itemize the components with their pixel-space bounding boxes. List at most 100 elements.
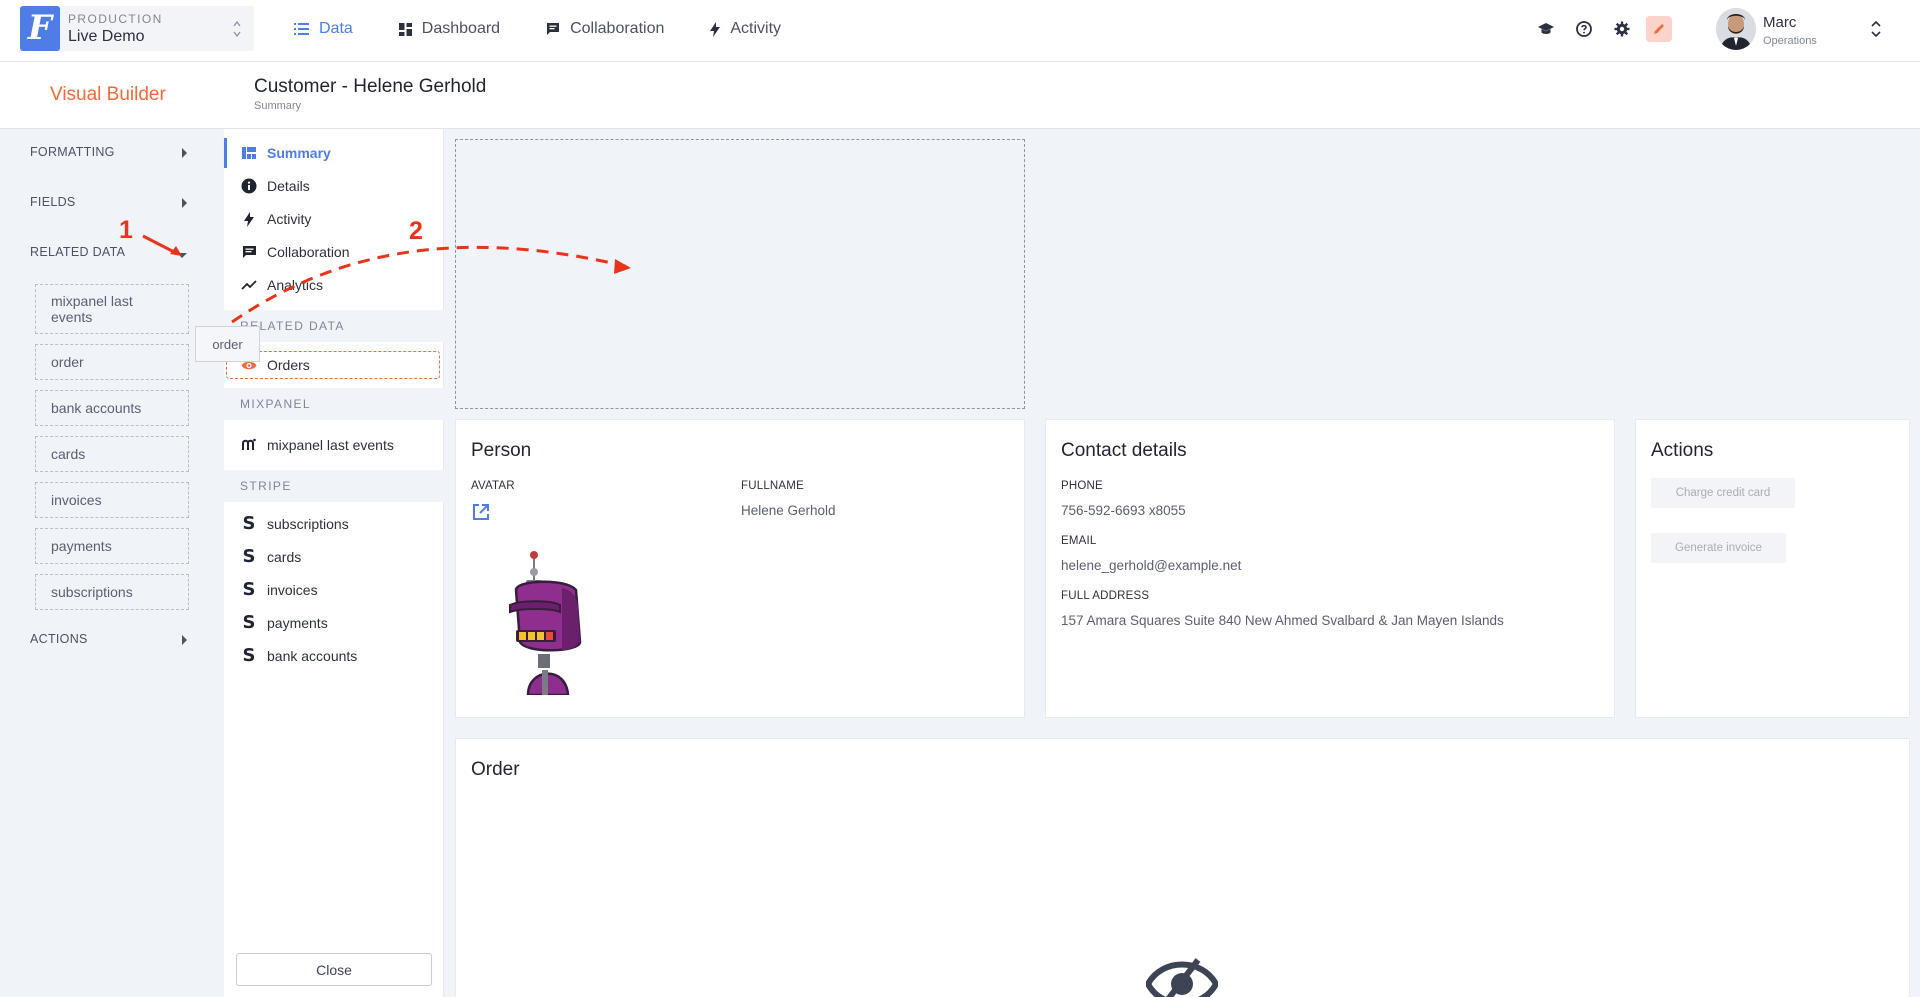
related-item-label: invoices	[51, 492, 102, 508]
field-value-fullname: Helene Gerhold	[741, 503, 836, 518]
chat-icon	[547, 23, 560, 35]
field-value-email: helene_gerhold@example.net	[1061, 558, 1242, 573]
pencil-icon	[1654, 24, 1664, 34]
layout-item-cards[interactable]: S cards	[224, 542, 444, 572]
forest-admin-logo: F	[20, 6, 60, 51]
stripe-icon: S	[242, 645, 256, 666]
nav-dashboard[interactable]: Dashboard	[398, 0, 500, 58]
layout-item-label: Analytics	[267, 277, 324, 293]
related-item-subscriptions[interactable]: subscriptions	[35, 574, 189, 610]
bolt-icon	[241, 211, 257, 227]
stripe-icon: S	[242, 546, 256, 567]
group-stripe: STRIPE	[224, 470, 444, 502]
actions-card: Actions Charge credit card Generate invo…	[1635, 419, 1910, 718]
nav-activity[interactable]: Activity	[710, 0, 781, 58]
stripe-icon: S	[242, 513, 256, 534]
layout-item-collaboration[interactable]: Collaboration	[224, 237, 444, 267]
related-item-payments[interactable]: payments	[35, 528, 189, 564]
edit-layout-button[interactable]	[1646, 16, 1672, 42]
field-value-phone: 756-592-6693 x8055	[1061, 503, 1186, 518]
bolt-icon	[710, 21, 721, 37]
page-title: Customer - Helene Gerhold	[254, 76, 487, 97]
layout-item-label: invoices	[267, 582, 318, 598]
drop-zone[interactable]	[455, 139, 1025, 409]
field-value-full-address: 157 Amara Squares Suite 840 New Ahmed Sv…	[1061, 613, 1504, 628]
nav-collaboration-label: Collaboration	[570, 20, 665, 37]
help-icon[interactable]	[1575, 20, 1593, 38]
caret-right-icon	[182, 198, 187, 208]
layout-item-label: mixpanel last events	[267, 437, 394, 453]
layout-item-analytics[interactable]: Analytics	[224, 270, 444, 300]
layout-item-payments[interactable]: S payments	[224, 608, 444, 638]
user-role: Operations	[1763, 35, 1817, 47]
charge-credit-card-button[interactable]: Charge credit card	[1651, 478, 1795, 508]
layout-item-bank-accounts[interactable]: S bank accounts	[224, 641, 444, 671]
visual-builder-title: Visual Builder	[50, 84, 166, 105]
layout-item-invoices[interactable]: S invoices	[224, 575, 444, 605]
section-fields[interactable]: FIELDS	[30, 195, 188, 215]
nav-collaboration[interactable]: Collaboration	[546, 0, 664, 58]
card-title: Actions	[1651, 440, 1714, 461]
external-link-icon[interactable]	[471, 502, 491, 522]
section-fields-label: FIELDS	[30, 195, 76, 209]
card-title: Person	[471, 440, 532, 461]
project-environment: PRODUCTION	[68, 12, 163, 26]
info-icon	[241, 178, 257, 194]
project-name: Live Demo	[68, 28, 145, 45]
related-item-label: mixpanel last events	[51, 293, 133, 325]
layout-item-label: bank accounts	[267, 648, 358, 664]
eye-hidden-icon	[1146, 958, 1218, 997]
order-card: Order	[455, 738, 1910, 997]
layout-item-details[interactable]: Details	[224, 171, 444, 201]
summary-icon	[241, 145, 257, 161]
page-header: Visual Builder Customer - Helene Gerhold…	[0, 62, 1920, 129]
group-mixpanel: MIXPANEL	[224, 388, 444, 420]
related-item-cards[interactable]: cards	[35, 436, 189, 472]
drag-ghost-order: order	[195, 326, 260, 362]
mixpanel-icon	[241, 437, 257, 453]
section-formatting[interactable]: FORMATTING	[30, 145, 188, 165]
section-actions[interactable]: ACTIONS	[30, 632, 188, 652]
contact-details-card: Contact details PHONE 756-592-6693 x8055…	[1045, 419, 1615, 718]
card-title: Contact details	[1061, 440, 1187, 461]
layout-item-summary[interactable]: Summary	[224, 138, 444, 168]
main-nav: Data Dashboard Collaboration Activity	[294, 0, 827, 58]
field-label-phone: PHONE	[1061, 480, 1103, 492]
gear-icon[interactable]	[1613, 20, 1631, 38]
related-item-label: order	[51, 354, 84, 370]
list-icon	[294, 23, 309, 35]
avatar	[1716, 8, 1756, 50]
nav-activity-label: Activity	[730, 20, 782, 37]
graduation-cap-icon[interactable]	[1537, 20, 1555, 38]
nav-data[interactable]: Data	[294, 0, 353, 58]
user-menu[interactable]: Marc Operations	[1716, 8, 1886, 50]
project-switcher[interactable]: F PRODUCTION Live Demo	[20, 6, 254, 51]
layout-item-label: Activity	[267, 211, 312, 227]
related-item-label: payments	[51, 538, 112, 554]
card-title: Order	[471, 759, 520, 780]
caret-down-icon	[177, 253, 187, 258]
layout-item-label: Details	[267, 178, 310, 194]
section-actions-label: ACTIONS	[30, 632, 88, 646]
related-item-order[interactable]: order	[35, 344, 189, 380]
page-subtitle: Summary	[254, 100, 302, 112]
layout-item-label: Orders	[267, 357, 310, 373]
related-item-invoices[interactable]: invoices	[35, 482, 189, 518]
layout-item-subscriptions[interactable]: S subscriptions	[224, 509, 444, 539]
generate-invoice-button[interactable]: Generate invoice	[1651, 533, 1786, 563]
robot-avatar-image	[509, 551, 582, 695]
section-related-data[interactable]: RELATED DATA	[30, 245, 188, 265]
layout-item-label: Summary	[267, 145, 331, 161]
field-label-full-address: FULL ADDRESS	[1061, 590, 1150, 602]
layout-item-label: Collaboration	[267, 244, 350, 260]
close-button[interactable]: Close	[236, 953, 432, 986]
builder-sidebar: FORMATTING FIELDS RELATED DATA mixpanel …	[0, 129, 224, 997]
layout-panel: Summary Details Activity Collaboration A…	[224, 129, 444, 997]
layout-item-mixpanel-last-events[interactable]: mixpanel last events	[224, 430, 444, 460]
chevron-updown-icon	[233, 20, 241, 38]
layout-item-activity[interactable]: Activity	[224, 204, 444, 234]
related-item-bank-accounts[interactable]: bank accounts	[35, 390, 189, 426]
related-item-mixpanel-last-events[interactable]: mixpanel last events	[35, 284, 189, 334]
related-item-label: subscriptions	[51, 584, 133, 600]
layout-item-label: payments	[267, 615, 328, 631]
